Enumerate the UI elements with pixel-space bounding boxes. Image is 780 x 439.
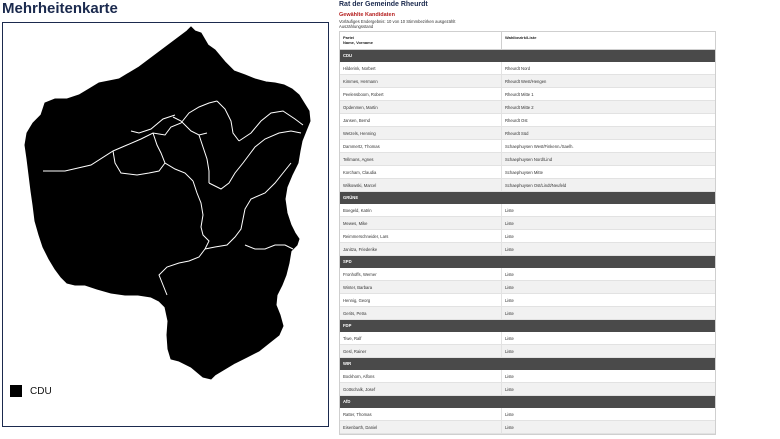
candidate-district: Liste xyxy=(505,285,514,290)
candidate-district: Liste xyxy=(505,298,514,303)
candidate-district: Schaephuysen Nord/Lind xyxy=(505,157,553,162)
candidate-district: Rheurdt West/Hengen xyxy=(505,79,547,84)
party-group-header: FDP xyxy=(340,320,715,332)
party-group-header: AfD xyxy=(340,396,715,408)
candidate-district: Schaephuysen Mitte xyxy=(505,170,543,175)
candidate-district: Liste xyxy=(505,234,514,239)
candidate-district: Liste xyxy=(505,336,514,341)
candidate-name: Janitza, Friederike xyxy=(340,243,502,255)
table-row[interactable]: Gerits, Petra Liste xyxy=(340,307,715,320)
candidate-name: Hennig, Georg xyxy=(340,294,502,306)
candidate-name: Wetzels, Henning xyxy=(340,127,502,139)
table-row[interactable]: Eisenbarth, Daniel Liste xyxy=(340,421,715,434)
candidate-name: Reimmerschneider, Lars xyxy=(340,230,502,242)
table-header: Partei Name, Vorname Wahlbezirk/Liste xyxy=(340,32,715,50)
elected-candidates-title: Gewählte Kandidaten xyxy=(339,12,395,18)
table-row[interactable]: Janitza, Friederike Liste xyxy=(340,243,715,256)
candidate-district: Liste xyxy=(505,387,514,392)
candidate-name: Bockhorn, Alfons xyxy=(340,370,502,382)
candidate-name: Peelensboom, Robert xyxy=(340,88,502,100)
candidate-district: Liste xyxy=(505,349,514,354)
elected-candidates-table: Partei Name, Vorname Wahlbezirk/Liste CD… xyxy=(339,31,716,435)
table-row[interactable]: Gesl, Rainer Liste xyxy=(340,345,715,358)
legend-label-cdu: CDU xyxy=(30,385,52,397)
table-row[interactable]: Wetzels, Henning Rheurdt Süd xyxy=(340,127,715,140)
candidate-district: Rheurdt Mitte 1 xyxy=(505,92,534,97)
candidate-name: Kimmes, Hermann xyxy=(340,75,502,87)
candidate-district: Liste xyxy=(505,374,514,379)
table-body: CDU Hilderink, Norbert Rheurdt Nord Kimmes,… xyxy=(340,50,715,434)
table-row[interactable]: Peelensboom, Robert Rheurdt Mitte 1 xyxy=(340,88,715,101)
candidate-name: Fronhoffs, Werner xyxy=(340,268,502,280)
table-row[interactable]: Boegeld, Katrin Liste xyxy=(340,204,715,217)
candidate-name: Jansen, Bernd xyxy=(340,114,502,126)
table-row[interactable]: Wilkowski, Marcel Schaephuysen Ost/Lindt/… xyxy=(340,179,715,192)
table-row[interactable]: Tellmans, Agnes Schaephuysen Nord/Lind xyxy=(340,153,715,166)
candidate-name: Hilderink, Norbert xyxy=(340,62,502,74)
table-row[interactable]: Bockhorn, Alfons Liste xyxy=(340,370,715,383)
candidate-district: Liste xyxy=(505,208,514,213)
candidate-district: Liste xyxy=(505,425,514,430)
council-panel: Rat der Gemeinde Rheurdt Gewählte Kandid… xyxy=(339,1,717,29)
candidate-name: Gesl, Rainer xyxy=(340,345,502,357)
party-group-header: GRÜNE xyxy=(340,192,715,204)
candidate-name: Ratter, Thomas xyxy=(340,408,502,420)
candidate-district: Schaephuysen Ost/Lindt/Neufeld xyxy=(505,183,567,188)
table-row[interactable]: Kimmes, Hermann Rheurdt West/Hengen xyxy=(340,75,715,88)
municipality-outline xyxy=(24,26,311,380)
candidate-name: Mewes, Mike xyxy=(340,217,502,229)
candidate-name: Gerits, Petra xyxy=(340,307,502,319)
candidate-district: Schaephuysen West/Finkenn./Saelh. xyxy=(505,144,574,149)
party-group-header: WIR xyxy=(340,358,715,370)
column-header-name: Name, Vorname xyxy=(343,40,373,45)
table-row[interactable]: Mewes, Mike Liste xyxy=(340,217,715,230)
table-row[interactable]: Opdenmen, Martin Rheurdt Mitte 2 xyxy=(340,101,715,114)
table-row[interactable]: Reimmerschneider, Lars Liste xyxy=(340,230,715,243)
candidate-district: Liste xyxy=(505,247,514,252)
candidate-name: Boegeld, Katrin xyxy=(340,204,502,216)
table-row[interactable]: Winter, Barbara Liste xyxy=(340,281,715,294)
table-row[interactable]: Tiwe, Ralf Liste xyxy=(340,332,715,345)
candidate-district: Liste xyxy=(505,272,514,277)
party-group-header: CDU xyxy=(340,50,715,62)
table-row[interactable]: Gottschalk, Josef Liste xyxy=(340,383,715,396)
table-row[interactable]: Hennig, Georg Liste xyxy=(340,294,715,307)
candidate-district: Rheurdt Ost xyxy=(505,118,528,123)
map-title: Mehrheitenkarte xyxy=(2,0,118,17)
candidate-name: Opdenmen, Martin xyxy=(340,101,502,113)
candidate-district: Liste xyxy=(505,311,514,316)
council-title: Rat der Gemeinde Rheurdt xyxy=(339,1,428,8)
table-row[interactable]: Korcham, Claudia Schaephuysen Mitte xyxy=(340,166,715,179)
map-legend: CDU xyxy=(10,385,52,397)
candidate-district: Liste xyxy=(505,412,514,417)
candidate-name: Tellmans, Agnes xyxy=(340,153,502,165)
candidate-name: Korcham, Claudia xyxy=(340,166,502,178)
table-row[interactable]: Dammertz, Thomas Schaephuysen West/Finken… xyxy=(340,140,715,153)
candidate-district: Rheurdt Süd xyxy=(505,131,529,136)
candidate-name: Tiwe, Ralf xyxy=(340,332,502,344)
candidate-district: Rheurdt Nord xyxy=(505,66,531,71)
candidate-name: Wilkowski, Marcel xyxy=(340,179,502,191)
column-header-party-name[interactable]: Partei Name, Vorname xyxy=(340,32,502,49)
table-row[interactable]: Hilderink, Norbert Rheurdt Nord xyxy=(340,62,715,75)
table-row[interactable]: Jansen, Bernd Rheurdt Ost xyxy=(340,114,715,127)
column-header-district[interactable]: Wahlbezirk/Liste xyxy=(502,32,715,49)
candidate-name: Dammertz, Thomas xyxy=(340,140,502,152)
candidate-name: Eisenbarth, Daniel xyxy=(340,421,502,433)
table-row[interactable]: Fronhoffs, Werner Liste xyxy=(340,268,715,281)
majority-map: CDU xyxy=(2,22,329,427)
candidate-district: Liste xyxy=(505,221,514,226)
party-group-header: SPD xyxy=(340,256,715,268)
candidate-name: Gottschalk, Josef xyxy=(340,383,502,395)
candidate-district: Rheurdt Mitte 2 xyxy=(505,105,534,110)
legend-swatch-cdu xyxy=(10,385,22,397)
candidate-name: Winter, Barbara xyxy=(340,281,502,293)
municipality-map[interactable] xyxy=(3,23,328,426)
table-row[interactable]: Ratter, Thomas Liste xyxy=(340,408,715,421)
count-status-label: Auszählungsstand xyxy=(339,24,374,29)
